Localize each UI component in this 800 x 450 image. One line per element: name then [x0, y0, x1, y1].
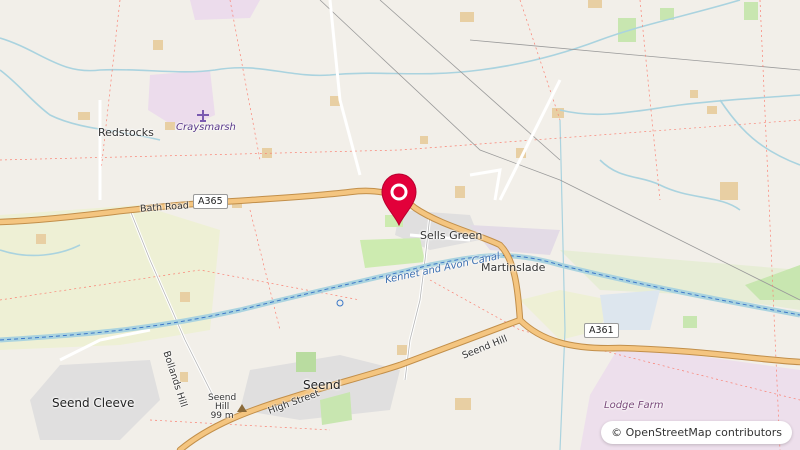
peak-label: Seend Hill 99 m [208, 394, 236, 421]
woodland-patch-6 [683, 316, 697, 328]
map-pin-icon [381, 173, 417, 226]
place-label-craysmarsh: Craysmarsh [176, 122, 236, 133]
sports-field [296, 352, 316, 372]
farmland-west [0, 205, 220, 350]
place-label-redstocks: Redstocks [98, 126, 154, 139]
road-shield-a361: A361 [584, 323, 619, 338]
map-canvas[interactable]: Redstocks Craysmarsh Sells Green Martins… [0, 0, 800, 450]
location-marker[interactable] [378, 172, 420, 226]
place-label-seend-cleeve: Seend Cleeve [52, 396, 135, 410]
lock-icon [336, 299, 344, 307]
green-patch-park [360, 238, 425, 268]
restricted-area-north [190, 0, 260, 20]
woodland-patch-2 [744, 2, 758, 20]
place-label-lodge-farm: Lodge Farm [604, 400, 664, 411]
peak-label-height: 99 m [210, 411, 234, 421]
attribution-link[interactable]: © OpenStreetMap contributors [601, 421, 792, 444]
place-label-seend: Seend [303, 378, 341, 392]
place-label-sells-green: Sells Green [420, 229, 483, 242]
road-shield-a365: A365 [193, 194, 228, 209]
